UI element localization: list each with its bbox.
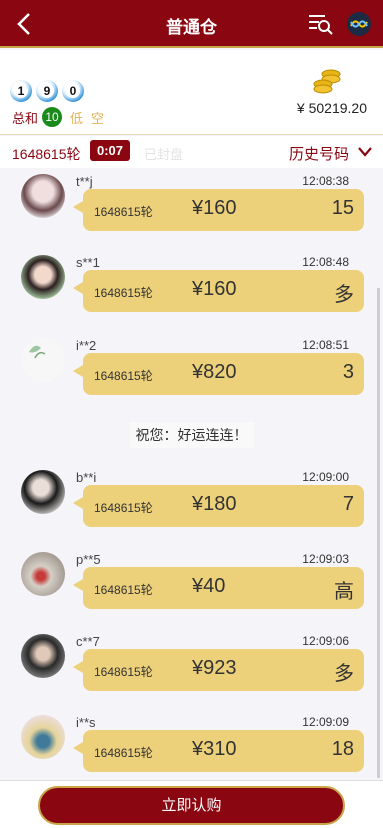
bet-amount: ¥820 — [192, 361, 237, 383]
bet-message: i**2 12:08:51 1648615轮 ¥820 3 — [0, 332, 383, 402]
avatar — [21, 715, 65, 759]
avatar — [21, 338, 65, 382]
bet-bubble: 1648615轮 ¥40 高 — [73, 567, 364, 609]
username: i**s — [76, 715, 96, 730]
bet-bubble: 1648615轮 ¥160 多 — [73, 270, 364, 312]
bet-amount: ¥923 — [192, 657, 237, 679]
bet-bubble: 1648615轮 ¥820 3 — [73, 353, 364, 395]
history-numbers-link[interactable]: 历史号码 — [289, 143, 349, 164]
message-time: 12:09:09 — [302, 715, 349, 729]
bet-round: 1648615轮 — [94, 746, 153, 760]
sum-value-badge: 10 — [42, 107, 63, 127]
plant-icon — [29, 345, 46, 359]
bet-message: b**i 12:09:00 1648615轮 ¥180 7 — [0, 464, 383, 534]
good-luck-notice: 祝您：好运连连！ — [0, 422, 383, 448]
username: s**1 — [76, 255, 100, 270]
bet-choice: 7 — [342, 493, 354, 515]
buy-now-button[interactable]: 立即认购 — [38, 786, 345, 825]
message-time: 12:08:51 — [302, 338, 349, 352]
bet-choice: 多 — [334, 663, 354, 685]
service-logo-icon[interactable] — [346, 11, 372, 37]
bet-bubble: 1648615轮 ¥180 7 — [73, 485, 364, 527]
avatar — [21, 255, 65, 299]
avatar — [21, 470, 65, 514]
avatar — [21, 552, 65, 596]
message-time: 12:08:38 — [302, 174, 349, 188]
avatar — [21, 634, 65, 678]
list-search-icon[interactable] — [307, 12, 333, 36]
bet-choice: 15 — [331, 197, 354, 219]
message-time: 12:08:48 — [302, 255, 349, 269]
result-ball: 1 — [10, 80, 32, 102]
bet-message: t**j 12:08:38 1648615轮 ¥160 15 — [0, 168, 383, 238]
bet-round: 1648615轮 — [94, 501, 153, 515]
tag-low: 低 — [70, 110, 84, 126]
bet-bubble: 1648615轮 ¥923 多 — [73, 649, 364, 691]
bet-choice: 高 — [334, 581, 354, 603]
message-time: 12:09:00 — [302, 470, 349, 484]
result-ball: 9 — [36, 80, 58, 102]
tag-empty: 空 — [91, 110, 105, 126]
bet-amount: ¥180 — [192, 493, 237, 515]
sum-label: 总和 — [12, 110, 39, 126]
round-bar: 1648615轮 0:07 已封盘 历史号码 — [0, 136, 383, 168]
bet-round: 1648615轮 — [94, 286, 153, 300]
bet-choice: 多 — [334, 284, 354, 306]
bet-amount: ¥310 — [192, 738, 237, 760]
coins-icon — [313, 69, 341, 94]
username: p**5 — [76, 552, 101, 567]
bet-choice: 3 — [342, 361, 354, 383]
bet-amount: ¥40 — [192, 575, 226, 597]
bet-round: 1648615轮 — [94, 369, 153, 383]
bet-round: 1648615轮 — [94, 665, 153, 679]
round-id: 1648615轮 — [12, 146, 81, 162]
bet-choice: 18 — [331, 738, 354, 760]
bet-bubble: 1648615轮 ¥310 18 — [73, 730, 364, 772]
bet-amount: ¥160 — [192, 197, 237, 219]
sum-row: 总和 10 低 空 — [12, 107, 104, 127]
username: i**2 — [76, 338, 97, 353]
bet-feed[interactable]: t**j 12:08:38 1648615轮 ¥160 15 s**1 12:0… — [0, 168, 383, 780]
result-ball: 0 — [62, 80, 84, 102]
countdown-badge: 0:07 — [90, 140, 131, 161]
avatar — [21, 174, 65, 218]
message-time: 12:09:06 — [302, 634, 349, 648]
result-panel: 1 9 0 总和 10 低 空 ¥ 50219.20 — [0, 50, 383, 135]
username: t**j — [76, 174, 93, 189]
bet-message: s**1 12:08:48 1648615轮 ¥160 多 — [0, 249, 383, 319]
result-balls: 1 9 0 — [10, 80, 84, 102]
footer-bar: 立即认购 — [0, 780, 383, 828]
message-time: 12:09:03 — [302, 552, 349, 566]
username: c**7 — [76, 634, 100, 649]
bet-round: 1648615轮 — [94, 205, 153, 219]
round-status: 已封盘 — [144, 147, 184, 162]
bet-message: p**5 12:09:03 1648615轮 ¥40 高 — [0, 546, 383, 616]
balance-amount: ¥ 50219.20 — [296, 100, 367, 116]
bet-message: i**s 12:09:09 1648615轮 ¥310 18 — [0, 709, 383, 779]
username: b**i — [76, 470, 97, 485]
bet-round: 1648615轮 — [94, 583, 153, 597]
top-header: 普通仓 — [0, 0, 383, 48]
bet-bubble: 1648615轮 ¥160 15 — [73, 189, 364, 231]
bet-amount: ¥160 — [192, 278, 237, 300]
bet-message: c**7 12:09:06 1648615轮 ¥923 多 — [0, 628, 383, 698]
chevron-down-icon[interactable] — [357, 145, 373, 159]
